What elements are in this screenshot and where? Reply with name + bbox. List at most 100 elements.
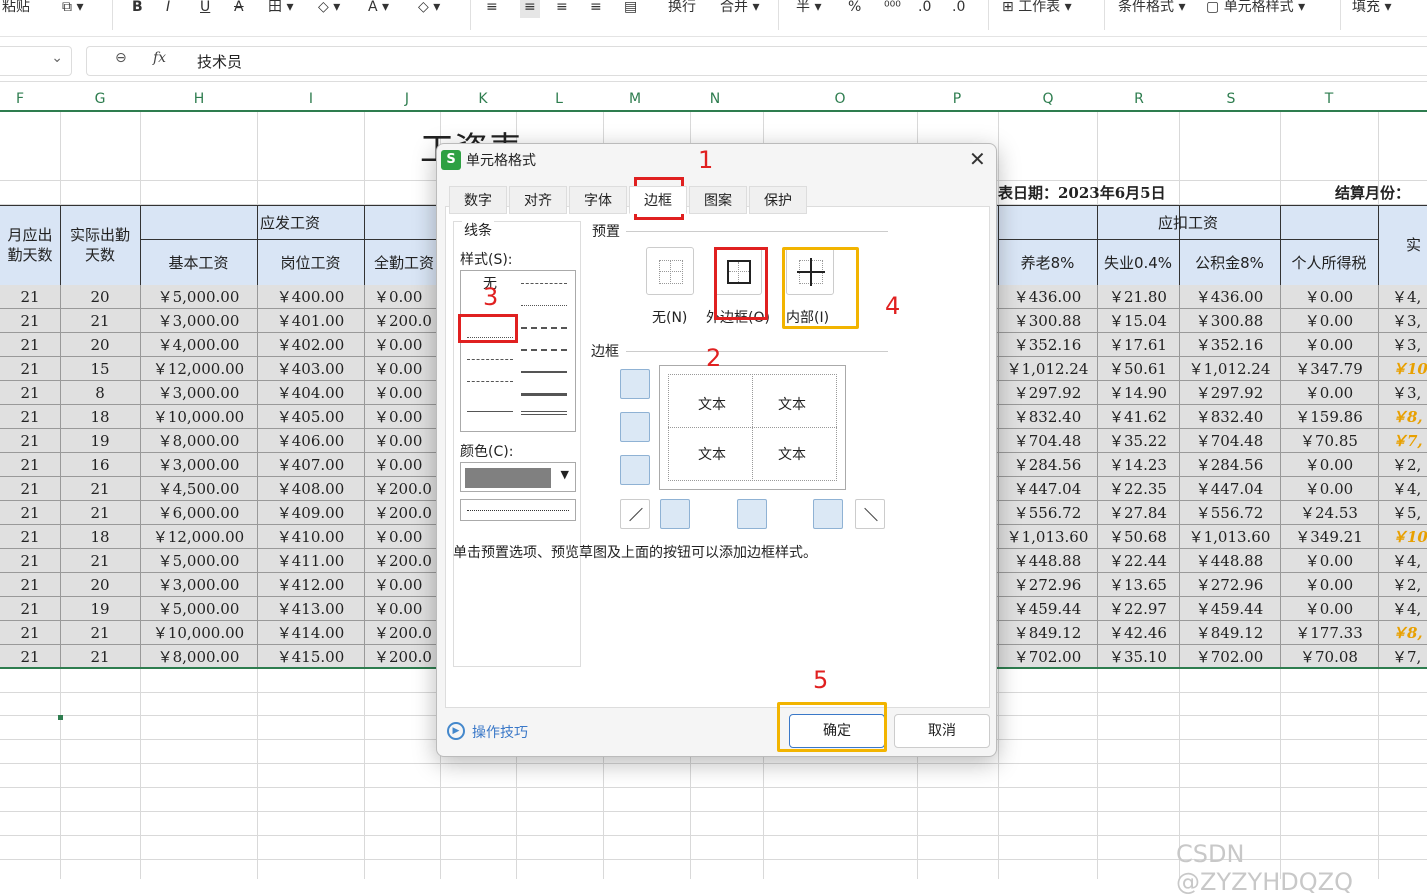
line-style-option[interactable] xyxy=(521,305,567,306)
table-cell[interactable]: ￥300.88 xyxy=(998,309,1097,333)
format-painter-icon[interactable]: ⧉ ▾ xyxy=(62,0,83,18)
table-cell[interactable]: ￥447.04 xyxy=(998,477,1097,501)
table-cell[interactable]: ￥0.00 xyxy=(1280,453,1378,477)
thousands-icon[interactable]: ⁰⁰⁰ xyxy=(884,0,901,18)
table-cell[interactable]: ￥200.0 xyxy=(364,645,440,669)
table-cell[interactable]: ￥404.00 xyxy=(257,381,364,405)
worksheet-button[interactable]: ⊞ 工作表 ▾ xyxy=(1002,0,1072,18)
fill-color-icon[interactable]: ◇ ▾ xyxy=(318,0,340,18)
table-cell[interactable]: ￥436.00 xyxy=(998,285,1097,309)
table-cell[interactable]: ￥405.00 xyxy=(257,405,364,429)
column-header[interactable]: K xyxy=(475,91,491,107)
table-cell[interactable]: ￥412.00 xyxy=(257,573,364,597)
table-cell[interactable]: ￥8, xyxy=(1378,621,1427,645)
table-cell[interactable]: 19 xyxy=(60,597,140,621)
table-cell[interactable]: ￥6,000.00 xyxy=(140,501,257,525)
table-cell[interactable]: ￥10 xyxy=(1378,357,1427,381)
border-middle-vertical-button[interactable] xyxy=(737,499,767,529)
table-cell[interactable]: ￥410.00 xyxy=(257,525,364,549)
underline-button[interactable]: U xyxy=(200,0,210,18)
line-style-option[interactable] xyxy=(521,349,567,351)
table-cell[interactable]: ￥10,000.00 xyxy=(140,405,257,429)
table-cell[interactable]: ￥7, xyxy=(1378,429,1427,453)
table-cell[interactable]: ￥7, xyxy=(1378,645,1427,669)
align-left-icon[interactable]: ≡ xyxy=(486,0,498,18)
line-style-option[interactable] xyxy=(521,327,567,329)
table-cell[interactable]: ￥0.00 xyxy=(364,285,440,309)
paste-button[interactable]: 粘贴 xyxy=(2,0,30,18)
align-center-icon[interactable]: ≡ xyxy=(520,0,540,18)
column-header[interactable]: Q xyxy=(1040,91,1056,107)
table-cell[interactable]: ￥352.16 xyxy=(998,333,1097,357)
table-cell[interactable]: ￥35.10 xyxy=(1097,645,1179,669)
column-header[interactable]: J xyxy=(399,91,415,107)
table-cell[interactable]: ￥0.00 xyxy=(364,429,440,453)
number-format-button[interactable]: 半 ▾ xyxy=(796,0,821,18)
table-cell[interactable]: ￥0.00 xyxy=(364,597,440,621)
border-bottom-button[interactable] xyxy=(620,455,650,485)
table-cell[interactable]: ￥411.00 xyxy=(257,549,364,573)
column-header[interactable]: O xyxy=(832,91,848,107)
table-cell[interactable]: ￥436.00 xyxy=(1179,285,1280,309)
preset-none-button[interactable] xyxy=(646,247,694,295)
table-cell[interactable]: ￥448.88 xyxy=(998,549,1097,573)
table-cell[interactable]: ￥349.21 xyxy=(1280,525,1378,549)
table-cell[interactable]: 21 xyxy=(0,597,60,621)
table-cell[interactable]: ￥4, xyxy=(1378,549,1427,573)
table-cell[interactable]: ￥12,000.00 xyxy=(140,525,257,549)
table-cell[interactable]: ￥5, xyxy=(1378,501,1427,525)
table-cell[interactable]: ￥0.00 xyxy=(1280,309,1378,333)
dropdown-arrow-icon[interactable]: ▼ xyxy=(561,468,569,481)
table-cell[interactable]: ￥1,013.60 xyxy=(998,525,1097,549)
table-cell[interactable]: ￥300.88 xyxy=(1179,309,1280,333)
table-cell[interactable]: ￥1,012.24 xyxy=(1179,357,1280,381)
table-cell[interactable]: 21 xyxy=(0,309,60,333)
percent-button[interactable]: % xyxy=(848,0,861,18)
increase-decimal-icon[interactable]: .0 xyxy=(918,0,931,18)
table-cell[interactable]: ￥3, xyxy=(1378,309,1427,333)
table-cell[interactable]: ￥0.00 xyxy=(364,453,440,477)
column-header[interactable]: R xyxy=(1131,91,1147,107)
column-header[interactable]: T xyxy=(1321,91,1337,107)
tips-icon[interactable]: ▶ xyxy=(447,722,465,740)
table-cell[interactable]: ￥21.80 xyxy=(1097,285,1179,309)
table-cell[interactable]: ￥10,000.00 xyxy=(140,621,257,645)
table-cell[interactable]: ￥4,000.00 xyxy=(140,333,257,357)
table-cell[interactable]: 18 xyxy=(60,525,140,549)
table-cell[interactable]: ￥704.48 xyxy=(998,429,1097,453)
table-cell[interactable]: ￥200.0 xyxy=(364,549,440,573)
table-cell[interactable]: ￥13.65 xyxy=(1097,573,1179,597)
table-cell[interactable]: ￥15.04 xyxy=(1097,309,1179,333)
table-cell[interactable]: ￥406.00 xyxy=(257,429,364,453)
table-cell[interactable]: 21 xyxy=(60,549,140,573)
border-top-button[interactable] xyxy=(620,369,650,399)
table-cell[interactable]: ￥0.00 xyxy=(1280,573,1378,597)
table-cell[interactable]: ￥4, xyxy=(1378,597,1427,621)
table-cell[interactable]: ￥284.56 xyxy=(1179,453,1280,477)
table-cell[interactable]: ￥50.61 xyxy=(1097,357,1179,381)
column-header[interactable]: S xyxy=(1223,91,1239,107)
distributed-icon[interactable]: ▤ xyxy=(624,0,637,18)
table-cell[interactable]: ￥1,012.24 xyxy=(998,357,1097,381)
column-header[interactable]: M xyxy=(627,91,643,107)
table-cell[interactable]: ￥415.00 xyxy=(257,645,364,669)
column-header[interactable]: I xyxy=(303,91,319,107)
fill-button[interactable]: 填充 ▾ xyxy=(1352,0,1391,18)
table-cell[interactable]: 19 xyxy=(60,429,140,453)
table-cell[interactable]: 21 xyxy=(0,549,60,573)
table-cell[interactable]: ￥14.23 xyxy=(1097,453,1179,477)
table-cell[interactable]: ￥408.00 xyxy=(257,477,364,501)
table-cell[interactable]: ￥556.72 xyxy=(1179,501,1280,525)
table-cell[interactable]: ￥5,000.00 xyxy=(140,285,257,309)
strikethrough-button[interactable]: A xyxy=(234,0,244,18)
table-cell[interactable]: ￥42.46 xyxy=(1097,621,1179,645)
tab-0[interactable]: 数字 xyxy=(449,186,507,214)
table-cell[interactable]: ￥3, xyxy=(1378,381,1427,405)
border-preview[interactable]: 文本 文本 文本 文本 xyxy=(659,365,846,490)
line-style-option[interactable] xyxy=(521,371,567,373)
diagonal-up-button[interactable] xyxy=(620,499,650,529)
table-cell[interactable]: ￥0.00 xyxy=(364,357,440,381)
table-cell[interactable]: ￥4, xyxy=(1378,477,1427,501)
table-cell[interactable]: 21 xyxy=(0,285,60,309)
column-header[interactable]: G xyxy=(92,91,108,107)
